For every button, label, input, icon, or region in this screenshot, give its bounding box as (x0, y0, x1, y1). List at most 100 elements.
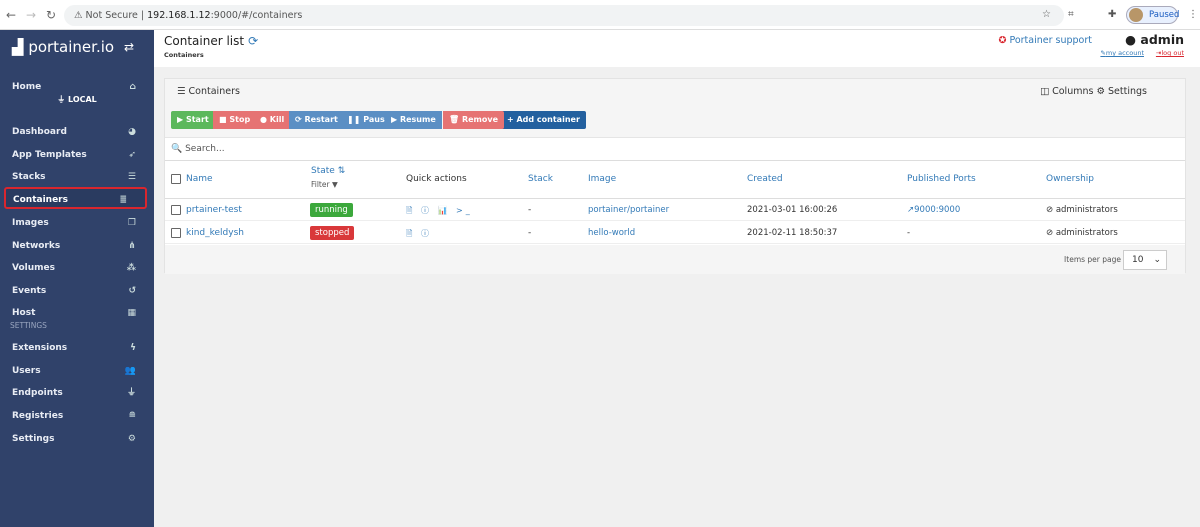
columns-label: Columns (1052, 86, 1094, 97)
log-out-link[interactable]: ⇥log out (1156, 49, 1184, 57)
refresh-icon: ⟳ (295, 115, 302, 124)
column-state[interactable]: State ⇅ (311, 166, 345, 176)
state-label: State (311, 166, 335, 176)
page-title: Container list (164, 34, 245, 48)
row-checkbox[interactable] (171, 205, 181, 215)
start-button[interactable]: ▶ Start (171, 111, 215, 129)
button-label: Remove (461, 115, 499, 124)
container-name-link[interactable]: prtainer-test (186, 205, 242, 215)
sidebar-item-label: Extensions (12, 343, 68, 353)
toggle-sidebar-icon[interactable]: ⇄ (124, 40, 134, 54)
username: admin (1140, 32, 1184, 47)
sitemap-icon: ⋔ (128, 241, 136, 251)
image-link[interactable]: hello-world (588, 228, 635, 238)
stop-button[interactable]: ■ Stop (213, 111, 257, 129)
kill-button[interactable]: ● Kill (254, 111, 291, 129)
server-icon: ≣ (119, 195, 127, 205)
logo-text: portainer.io (28, 38, 115, 56)
search-input[interactable]: 🔍 Search... (165, 137, 1185, 161)
port-value: - (907, 228, 911, 238)
button-label: Kill (269, 115, 285, 124)
remove-button[interactable]: 🗑 Remove (443, 111, 505, 129)
rocket-icon: ➶ (128, 150, 136, 160)
restart-button[interactable]: ⟳ Restart (289, 111, 344, 129)
bomb-icon: ● (260, 115, 267, 124)
items-per-page-select[interactable]: 10 ⌄ (1123, 250, 1167, 270)
url-host: 192.168.1.12 (147, 10, 211, 21)
forward-icon[interactable]: → (26, 8, 36, 22)
port-value: 9000:9000 (914, 205, 961, 215)
profile-button[interactable]: Paused (1126, 6, 1180, 24)
sidebar: ▟ portainer.io ⇄ Home ⌂ ⏚ LOCAL Dashboard ◕ A… (0, 30, 154, 527)
action-toolbar: + Add container ▶ Start ■ Stop ● Kill ⟳ Res… (165, 103, 1185, 137)
resume-button[interactable]: ▶ Resume (385, 111, 442, 129)
image-link[interactable]: portainer/portainer (588, 205, 669, 215)
published-port[interactable]: ↗9000:9000 (907, 205, 960, 215)
stack-value: - (528, 228, 532, 238)
sidebar-item-label: Home (12, 82, 42, 92)
sidebar-item-label: Dashboard (12, 127, 67, 137)
column-stack[interactable]: Stack (528, 174, 553, 184)
logo[interactable]: ▟ portainer.io (12, 38, 114, 56)
sidebar-item-settings[interactable]: Settings ⚙ (0, 428, 154, 450)
sidebar-item-extensions[interactable]: Extensions ϟ (0, 337, 154, 359)
menu-icon[interactable]: ⋮ (1188, 9, 1198, 20)
refresh-icon[interactable]: ⟳ (248, 34, 258, 48)
column-ownership[interactable]: Ownership (1046, 174, 1094, 184)
settings-label: Settings (1108, 86, 1147, 97)
log-out-label: log out (1161, 49, 1184, 57)
state-filter[interactable]: Filter ▼ (311, 180, 338, 189)
sidebar-item-containers[interactable]: Containers ≣ (4, 187, 147, 209)
sidebar-item-users[interactable]: Users 👥 (0, 360, 154, 382)
select-all-checkbox[interactable] (171, 174, 181, 184)
search-placeholder: Search... (185, 144, 225, 154)
items-per-page-label: Items per page (1064, 255, 1121, 264)
created-value: 2021-02-11 18:50:37 (747, 228, 838, 238)
column-name[interactable]: Name (186, 174, 213, 184)
created-value: 2021-03-01 16:00:26 (747, 205, 838, 215)
sidebar-item-events[interactable]: Events ↺ (0, 280, 154, 302)
container-name-link[interactable]: kind_keldysh (186, 228, 244, 238)
star-icon[interactable]: ☆ (1042, 9, 1051, 20)
settings-section-header: SETTINGS (10, 321, 47, 330)
my-account-link[interactable]: ✎my account (1100, 49, 1144, 57)
sidebar-item-registries[interactable]: Registries ≘ (0, 405, 154, 427)
button-label: Resume (399, 115, 436, 124)
th-list-icon: ☰ (127, 172, 136, 182)
back-icon[interactable]: ← (6, 8, 16, 22)
address-bar[interactable]: ⚠ Not Secure | 192.168.1.12:9000/#/conta… (64, 5, 1064, 26)
settings-button[interactable]: ⚙ Settings (1096, 86, 1147, 97)
endpoint-label: ⏚ LOCAL (57, 95, 97, 104)
users-icon: 👥 (124, 365, 136, 376)
row-checkbox[interactable] (171, 228, 181, 238)
column-created[interactable]: Created (747, 174, 783, 184)
sidebar-item-volumes[interactable]: Volumes ⁂ (0, 257, 154, 279)
extensions-icon[interactable]: ✚ (1108, 9, 1116, 20)
ownership: ⊘ administrators (1046, 228, 1118, 238)
reload-icon[interactable]: ↻ (46, 8, 56, 22)
quick-actions[interactable]: 🗎 ⓘ (406, 228, 432, 242)
columns-button[interactable]: ◫ Columns (1040, 86, 1093, 97)
add-container-button[interactable]: + Add container (501, 111, 586, 129)
profile-status: Paused (1149, 10, 1180, 20)
quick-actions[interactable]: 🗎 ⓘ 📊 >_ (406, 205, 473, 219)
sidebar-item-app-templates[interactable]: App Templates ➶ (0, 144, 154, 166)
avatar (1129, 8, 1143, 22)
sidebar-item-endpoints[interactable]: Endpoints ⏚ (0, 382, 154, 404)
column-image[interactable]: Image (588, 174, 616, 184)
sidebar-item-stacks[interactable]: Stacks ☰ (0, 166, 154, 188)
cubes-icon: ⁂ (126, 263, 136, 273)
column-ports[interactable]: Published Ports (907, 174, 976, 184)
tachometer-icon: ◕ (128, 127, 136, 137)
support-link[interactable]: ✪ Portainer support (998, 35, 1092, 46)
sidebar-item-dashboard[interactable]: Dashboard ◕ (0, 121, 154, 143)
security-label: Not Secure (85, 10, 138, 21)
play-icon: ▶ (391, 115, 398, 124)
sidebar-item-networks[interactable]: Networks ⋔ (0, 235, 154, 257)
sidebar-item-images[interactable]: Images ❐ (0, 212, 154, 234)
button-label: Start (185, 115, 209, 124)
screenshot-icon[interactable]: ⌗ (1068, 9, 1074, 20)
eye-slash-icon: ⊘ (1046, 228, 1054, 238)
table-row: kind_keldysh stopped 🗎 ⓘ - hello-world 2… (165, 222, 1185, 244)
sidebar-item-label: App Templates (12, 150, 87, 160)
